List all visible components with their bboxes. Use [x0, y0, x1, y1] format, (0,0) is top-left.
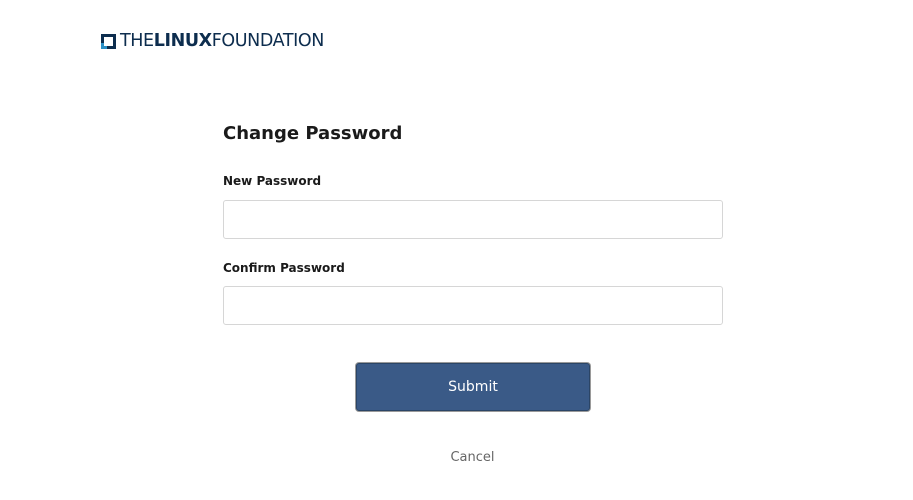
- logo-text-the: THE: [120, 31, 154, 51]
- logo-wordmark: THELINUXFOUNDATION: [120, 31, 324, 51]
- confirm-password-field[interactable]: [223, 286, 723, 325]
- linux-foundation-bracket-icon: [101, 33, 116, 49]
- linux-foundation-logo: THELINUXFOUNDATION: [101, 31, 324, 51]
- cancel-link[interactable]: Cancel: [0, 449, 913, 467]
- logo-text-foundation: FOUNDATION: [211, 31, 325, 51]
- new-password-field[interactable]: [223, 200, 723, 239]
- new-password-label: New Password: [223, 174, 322, 188]
- change-password-page: THELINUXFOUNDATION Change Password New P…: [0, 0, 913, 500]
- logo-text-linux: LINUX: [153, 31, 212, 51]
- confirm-password-label: Confirm Password: [223, 261, 345, 275]
- submit-button[interactable]: Submit: [356, 363, 590, 411]
- page-title: Change Password: [223, 123, 403, 144]
